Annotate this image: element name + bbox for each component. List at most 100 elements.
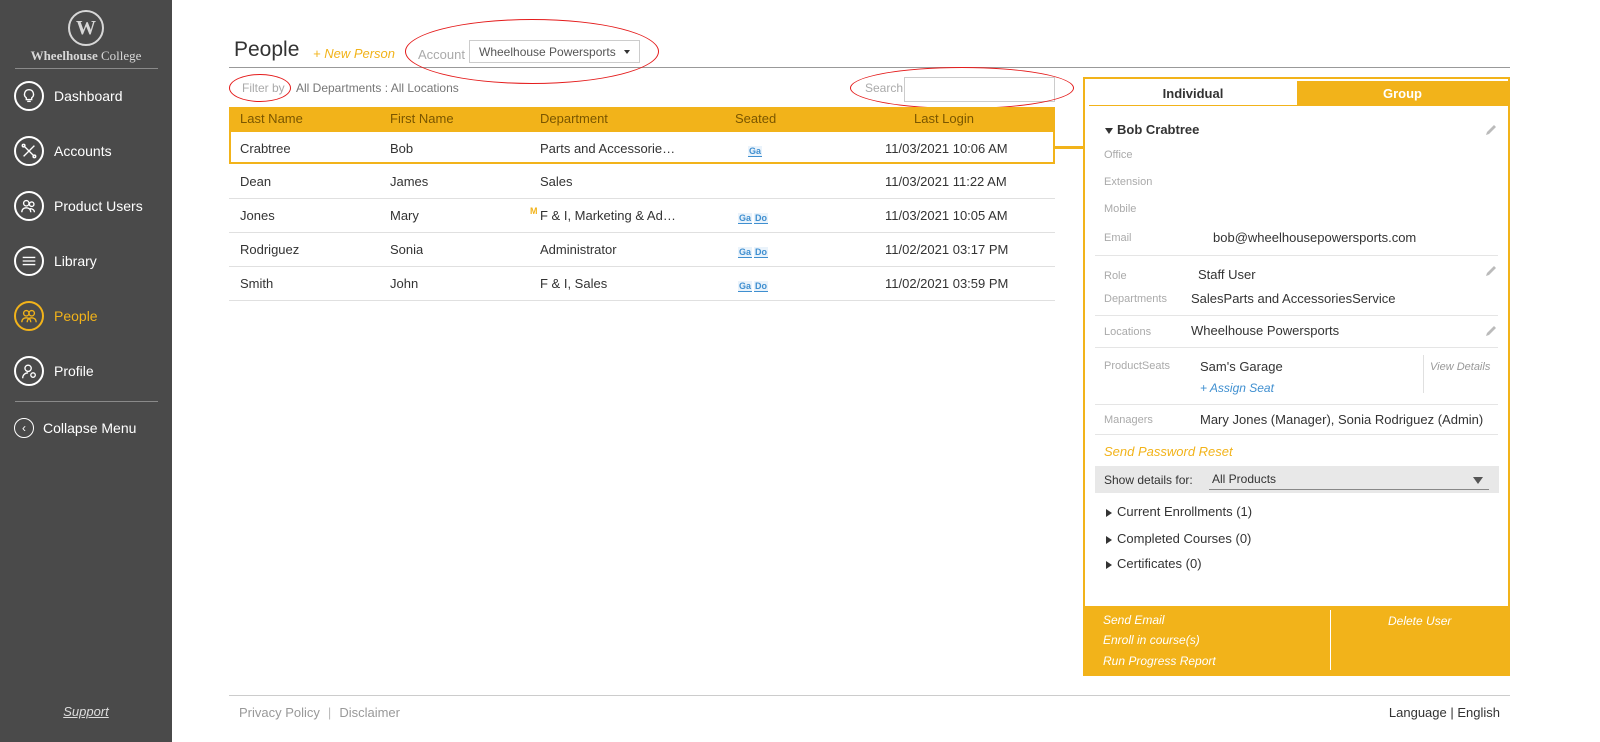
chevron-left-icon: ‹ [14, 418, 34, 438]
seat-badge[interactable]: Ga [738, 281, 753, 292]
table-row[interactable]: Dean James Sales 11/03/2021 11:22 AM [229, 165, 1055, 199]
seat-badge[interactable]: Do [754, 247, 769, 258]
departments-value: SalesParts and AccessoriesService [1191, 291, 1396, 306]
seat-badge[interactable]: Do [754, 213, 769, 224]
cell-last-login: 11/03/2021 11:22 AM [885, 174, 1007, 189]
logo-mark-icon: W [68, 10, 104, 46]
tab-group[interactable]: Group [1297, 81, 1508, 106]
cell-department: Sales [540, 174, 573, 189]
panel-actions: Send Email Enroll in course(s) Run Progr… [1085, 606, 1508, 674]
caret-right-icon [1106, 560, 1112, 569]
cell-department: F & I, Marketing & Ad… [540, 208, 676, 223]
caret-down-icon [1473, 477, 1483, 484]
role-value: Staff User [1198, 267, 1256, 282]
current-enrollments-label: Current Enrollments (1) [1117, 504, 1253, 519]
person-name: Bob Crabtree [1117, 122, 1200, 137]
delete-user-link[interactable]: Delete User [1388, 614, 1451, 628]
column-header-department[interactable]: Department [540, 111, 608, 126]
edit-pencil-icon[interactable] [1484, 123, 1498, 137]
collapse-menu-button[interactable]: ‹ Collapse Menu [14, 418, 136, 438]
cell-last-name: Smith [240, 276, 274, 291]
support-link[interactable]: Support [0, 704, 172, 719]
sidebar-item-dashboard[interactable]: Dashboard [0, 74, 172, 118]
cell-first-name: John [390, 276, 419, 291]
cell-last-login: 11/02/2021 03:59 PM [885, 276, 1009, 291]
vertical-divider [1330, 610, 1331, 670]
view-details-link[interactable]: View Details [1430, 361, 1490, 373]
sidebar-item-profile[interactable]: Profile [0, 349, 172, 393]
person-name-toggle[interactable]: Bob Crabtree [1105, 122, 1199, 137]
cell-department: F & I, Sales [540, 276, 608, 291]
column-header-first-name[interactable]: First Name [390, 111, 454, 126]
table-header: Last Name First Name Department Seated L… [229, 107, 1055, 130]
cell-department: Parts and Accessorie… [540, 141, 676, 156]
table-row[interactable]: Smith John F & I, Sales Ga Do 11/02/2021 … [229, 267, 1055, 301]
seat-badge[interactable]: Do [754, 281, 769, 292]
cell-first-name: Mary [390, 208, 419, 223]
seat-badge[interactable]: Ga [748, 146, 763, 157]
cell-seated: Ga Do [738, 209, 770, 224]
divider [1095, 434, 1498, 435]
cell-last-login: 11/02/2021 03:17 PM [885, 242, 1009, 257]
footer-separator: | [327, 705, 332, 720]
logo[interactable]: W Wheelhouse College [0, 10, 172, 64]
table-row[interactable]: Jones Mary M F & I, Marketing & Ad… Ga Do… [229, 199, 1055, 233]
cell-department: Administrator [540, 242, 617, 257]
logo-text: Wheelhouse College [30, 48, 142, 63]
enroll-courses-link[interactable]: Enroll in course(s) [1103, 633, 1200, 647]
tools-icon [14, 136, 44, 166]
language-selector[interactable]: Language | English [1389, 705, 1500, 720]
sidebar-item-label: Profile [54, 363, 94, 379]
caret-down-icon [1105, 127, 1113, 134]
disclaimer-link[interactable]: Disclaimer [339, 705, 400, 720]
search-input[interactable] [904, 77, 1055, 102]
completed-courses-toggle[interactable]: Completed Courses (0) [1106, 531, 1251, 546]
filter-by-button[interactable]: Filter by [242, 81, 285, 95]
send-password-reset-link[interactable]: Send Password Reset [1104, 444, 1233, 459]
selection-connector [1055, 146, 1084, 149]
cell-last-name: Rodriguez [240, 242, 300, 257]
manager-badge: M [530, 206, 538, 216]
managers-label: Managers [1104, 414, 1153, 426]
seat-badge[interactable]: Ga [738, 213, 753, 224]
seat-badge[interactable]: Ga [738, 247, 753, 258]
cell-first-name: Sonia [390, 242, 424, 257]
table-row[interactable]: Rodriguez Sonia Administrator Ga Do 11/02… [229, 233, 1055, 267]
current-enrollments-toggle[interactable]: Current Enrollments (1) [1106, 504, 1252, 519]
sidebar-item-accounts[interactable]: Accounts [0, 129, 172, 173]
language-label: Language [1388, 705, 1447, 720]
new-person-link[interactable]: + New Person [313, 46, 395, 61]
caret-right-icon [1106, 508, 1112, 517]
column-header-last-login[interactable]: Last Login [914, 111, 974, 126]
locations-value: Wheelhouse Powersports [1191, 323, 1340, 338]
sidebar-item-label: Library [54, 253, 97, 269]
edit-pencil-icon[interactable] [1484, 324, 1498, 338]
account-select[interactable]: Wheelhouse Powersports [469, 40, 640, 63]
product-seats-label: ProductSeats [1104, 360, 1171, 372]
certificates-toggle[interactable]: Certificates (0) [1106, 556, 1202, 571]
tab-individual[interactable]: Individual [1089, 81, 1297, 106]
show-details-label: Show details for: [1104, 473, 1193, 487]
assign-seat-link[interactable]: + Assign Seat [1200, 381, 1274, 395]
privacy-policy-link[interactable]: Privacy Policy [239, 705, 320, 720]
cell-last-login: 11/03/2021 10:06 AM [885, 141, 1008, 156]
sidebar-item-library[interactable]: Library [0, 239, 172, 283]
sidebar-divider [15, 401, 158, 402]
caret-down-icon [624, 50, 630, 54]
office-label: Office [1104, 149, 1133, 161]
column-header-last-name[interactable]: Last Name [240, 111, 303, 126]
edit-pencil-icon[interactable] [1484, 264, 1498, 278]
table-row[interactable]: Crabtree Bob Parts and Accessorie… Ga 11… [229, 130, 1055, 164]
managers-value: Mary Jones (Manager), Sonia Rodriguez (A… [1200, 412, 1484, 427]
sidebar-item-product-users[interactable]: Product Users [0, 184, 172, 228]
cell-first-name: Bob [390, 141, 414, 156]
divider [1095, 404, 1498, 405]
run-progress-report-link[interactable]: Run Progress Report [1103, 654, 1216, 668]
cell-seated: Ga [748, 142, 764, 157]
cell-last-name: Dean [240, 174, 272, 189]
sidebar-item-people[interactable]: People [0, 294, 172, 338]
account-label: Account [418, 47, 465, 62]
show-details-select[interactable]: All Products [1209, 470, 1489, 490]
column-header-seated[interactable]: Seated [735, 111, 776, 126]
send-email-link[interactable]: Send Email [1103, 613, 1164, 627]
